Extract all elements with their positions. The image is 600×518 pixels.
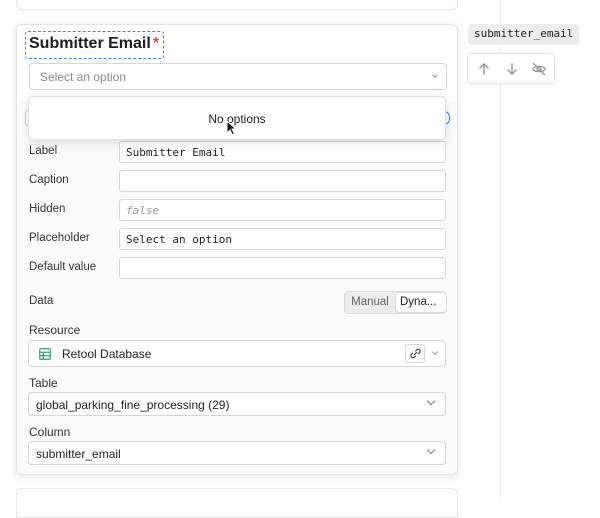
label-input[interactable]: Submitter Email [119,141,446,163]
caption-input[interactable] [119,170,446,192]
chevron-down-icon [426,396,436,406]
column-select[interactable]: submitter_email [28,441,446,465]
table-select[interactable]: global_parking_fine_processing (29) [28,392,446,416]
eye-off-icon[interactable] [531,61,547,77]
arrow-up-icon[interactable] [476,61,492,77]
previous-field-card [16,0,458,10]
default-value-input[interactable] [119,257,446,279]
data-mode-manual[interactable]: Manual [345,292,395,313]
resource-link-button[interactable] [405,344,425,363]
link-icon [410,348,421,359]
table-label: Table [29,376,58,390]
data-mode-dynamic[interactable]: Dyna... [396,293,446,312]
next-field-card [16,488,458,518]
default-value-row-label: Default value [29,261,97,273]
field-actions [467,53,555,84]
field-key-chip: submitter_email [468,24,580,45]
chevron-down-icon [432,349,438,355]
placeholder-input[interactable]: Select an option [119,228,446,250]
resource-select[interactable]: Retool Database [28,340,446,367]
field-title-text: Submitter Email [29,35,151,52]
chevron-down-icon [426,445,436,455]
required-marker: * [152,35,160,52]
resource-label: Resource [29,323,81,337]
column-value: submitter_email [36,447,121,461]
field-preview: Submitter Email * Select an option [17,25,457,101]
data-row-label: Data [29,295,54,307]
hidden-input[interactable]: false [119,199,446,221]
hidden-row-label: Hidden [29,203,66,215]
chevron-down-icon [432,72,438,78]
data-mode-toggle: Manual Dyna... [344,291,446,314]
table-icon [39,348,51,360]
select-placeholder: Select an option [40,70,127,84]
placeholder-row-label: Placeholder [29,232,90,244]
resource-value: Retool Database [62,347,152,361]
table-value: global_parking_fine_processing (29) [36,398,230,412]
field-title[interactable]: Submitter Email * [25,31,165,59]
column-label: Column [29,425,71,439]
mouse-cursor-icon [226,120,238,136]
label-row-label: Label [29,145,58,157]
field-preview-select[interactable]: Select an option [29,63,447,90]
arrow-down-icon[interactable] [504,61,520,77]
caption-row-label: Caption [29,174,69,186]
